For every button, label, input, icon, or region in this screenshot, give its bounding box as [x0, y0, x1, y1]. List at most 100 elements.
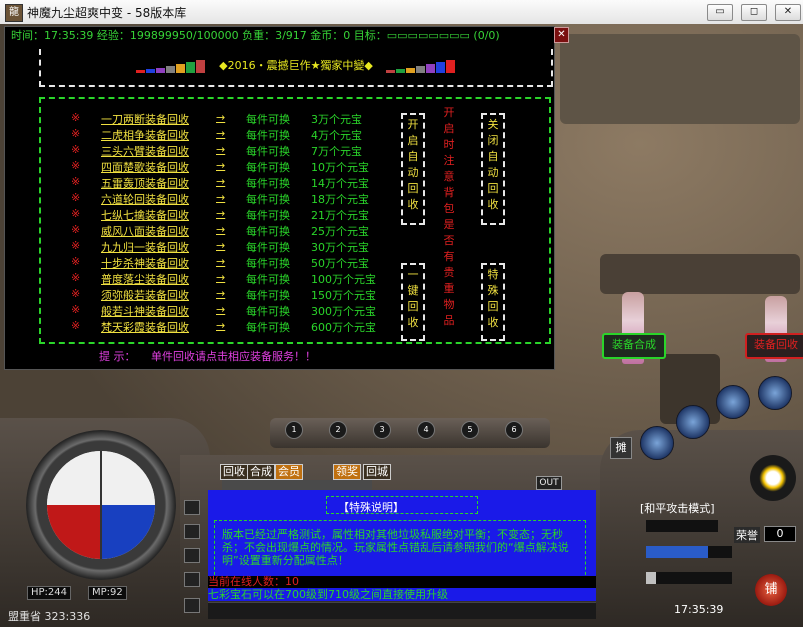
minimize-button[interactable]: ▭: [707, 4, 733, 21]
tab-return-city[interactable]: 回城: [363, 464, 391, 480]
arrow-icon[interactable]: →: [216, 287, 225, 300]
npc-recycle-sign[interactable]: 装备回收: [745, 333, 803, 359]
side-button-5[interactable]: [184, 598, 200, 613]
close-window-button[interactable]: ✕: [775, 4, 801, 21]
scene-rock: [600, 254, 800, 294]
column-char: 回: [487, 300, 499, 313]
recycle-item-link[interactable]: 五雷轰顶装备回收: [101, 175, 189, 191]
column-char: 自: [487, 150, 499, 163]
recycle-item-link[interactable]: 六道轮回装备回收: [101, 191, 189, 207]
color-bar: [155, 67, 165, 73]
recycle-item-link[interactable]: 七纵七擒装备回收: [101, 207, 189, 223]
per-item-label: 每件可换: [246, 129, 290, 142]
tip-label: 提 示：: [99, 350, 136, 363]
column-char: 回: [487, 182, 499, 195]
tab-reward[interactable]: 领奖: [333, 464, 361, 480]
npc-synthesis-sign[interactable]: 装备合成: [602, 333, 666, 359]
belt-slot[interactable]: 5: [461, 421, 479, 439]
per-item-label: 每件可换: [246, 289, 290, 302]
tab-member[interactable]: 会员: [275, 464, 303, 480]
arrow-icon[interactable]: →: [216, 303, 225, 316]
per-item-label: 每件可换: [246, 145, 290, 158]
column-char: 重: [443, 282, 455, 295]
column-char: 包: [443, 202, 455, 215]
star-icon: ※: [71, 319, 81, 332]
side-button-1[interactable]: [184, 500, 200, 515]
recycle-item-link[interactable]: 九九归一装备回收: [101, 239, 189, 255]
recycle-item-link[interactable]: 梵天彩霞装备回收: [101, 319, 189, 335]
recycle-item-link[interactable]: 普度落尘装备回收: [101, 271, 189, 287]
special-recycle-button[interactable]: 特殊回收: [483, 267, 503, 331]
color-bar: [145, 68, 155, 73]
column-char: 一: [407, 268, 419, 281]
menu-orb-1[interactable]: [640, 426, 674, 460]
column-char: 闭: [487, 134, 499, 147]
recycle-item-link[interactable]: 威风八面装备回收: [101, 223, 189, 239]
stall-button[interactable]: 摊: [610, 437, 632, 459]
column-char: 意: [443, 170, 455, 183]
panel-header: ◆2016・震撼巨作★獨家中變◆: [39, 49, 553, 87]
arrow-icon[interactable]: →: [216, 239, 225, 252]
special-description: 版本已经过严格测试，属性相对其他垃圾私服绝对平衡；不变态；无秒杀；不会出现爆点的…: [222, 528, 569, 567]
column-char: 贵: [443, 266, 455, 279]
recycle-item-link[interactable]: 般若斗神装备回收: [101, 303, 189, 319]
belt-slot[interactable]: 2: [329, 421, 347, 439]
shop-button[interactable]: 铺: [755, 574, 787, 606]
belt-slot[interactable]: 6: [505, 421, 523, 439]
out-button[interactable]: OUT: [536, 476, 562, 490]
belt-slot[interactable]: 1: [285, 421, 303, 439]
arrow-icon[interactable]: →: [216, 159, 225, 172]
per-item-label: 每件可换: [246, 177, 290, 190]
exp-bar-frame: [646, 546, 732, 558]
belt-slot[interactable]: 4: [417, 421, 435, 439]
online-count-line: 当前在线人数：10: [208, 576, 596, 588]
star-icon: ※: [71, 207, 81, 220]
star-icon: ※: [71, 191, 81, 204]
tab-synthesis[interactable]: 合成: [247, 464, 275, 480]
recycle-item-link[interactable]: 二虎相争装备回收: [101, 127, 189, 143]
price-value: 50万个元宝: [311, 257, 369, 270]
price-value: 3万个元宝: [311, 113, 362, 126]
panel-close-button[interactable]: ✕: [554, 27, 569, 43]
tip-text: 单件回收请点击相应装备服务！！: [151, 350, 316, 363]
auto-recycle-on-button[interactable]: 开启自动回收: [403, 117, 423, 213]
auto-recycle-off-button[interactable]: 关闭自动回收: [483, 117, 503, 213]
column-char: 收: [487, 316, 499, 329]
column-char: 关: [487, 118, 499, 131]
chat-input[interactable]: [208, 602, 596, 619]
attack-mode[interactable]: [和平攻击模式]: [640, 500, 715, 516]
column-char: 开: [407, 118, 419, 131]
recycle-item-link[interactable]: 一刀两断装备回收: [101, 111, 189, 127]
menu-orb-3[interactable]: [716, 385, 750, 419]
notice-column: 开启时注意背包是否有贵重物品: [439, 105, 459, 329]
arrow-icon[interactable]: →: [216, 271, 225, 284]
arrow-icon[interactable]: →: [216, 127, 225, 140]
column-char: 收: [407, 316, 419, 329]
per-item-label: 每件可换: [246, 305, 290, 318]
maximize-button[interactable]: ◻: [741, 4, 767, 21]
belt-slot[interactable]: 3: [373, 421, 391, 439]
gem-upgrade-line: 七彩宝石可以在700级到710级之间直接使用升级: [208, 588, 596, 601]
game-clock: 17:35:39: [674, 603, 724, 616]
arrow-icon[interactable]: →: [216, 191, 225, 204]
per-item-label: 每件可换: [246, 273, 290, 286]
tab-recycle[interactable]: 回收: [220, 464, 248, 480]
arrow-icon[interactable]: →: [216, 175, 225, 188]
arrow-icon[interactable]: →: [216, 207, 225, 220]
recycle-item-link[interactable]: 三头六臂装备回收: [101, 143, 189, 159]
side-button-4[interactable]: [184, 572, 200, 587]
recycle-item-link[interactable]: 四面楚歌装备回收: [101, 159, 189, 175]
side-button-3[interactable]: [184, 548, 200, 563]
arrow-icon[interactable]: →: [216, 255, 225, 268]
arrow-icon[interactable]: →: [216, 111, 225, 124]
menu-orb-4[interactable]: [758, 376, 792, 410]
side-button-2[interactable]: [184, 524, 200, 539]
menu-orb-2[interactable]: [676, 405, 710, 439]
recycle-item-link[interactable]: 十步杀神装备回收: [101, 255, 189, 271]
onekey-recycle-button[interactable]: 一键回收: [403, 267, 423, 331]
arrow-icon[interactable]: →: [216, 319, 225, 332]
recycle-item-link[interactable]: 须弥般若装备回收: [101, 287, 189, 303]
arrow-icon[interactable]: →: [216, 143, 225, 156]
arrow-icon[interactable]: →: [216, 223, 225, 236]
color-bar: [185, 61, 195, 73]
